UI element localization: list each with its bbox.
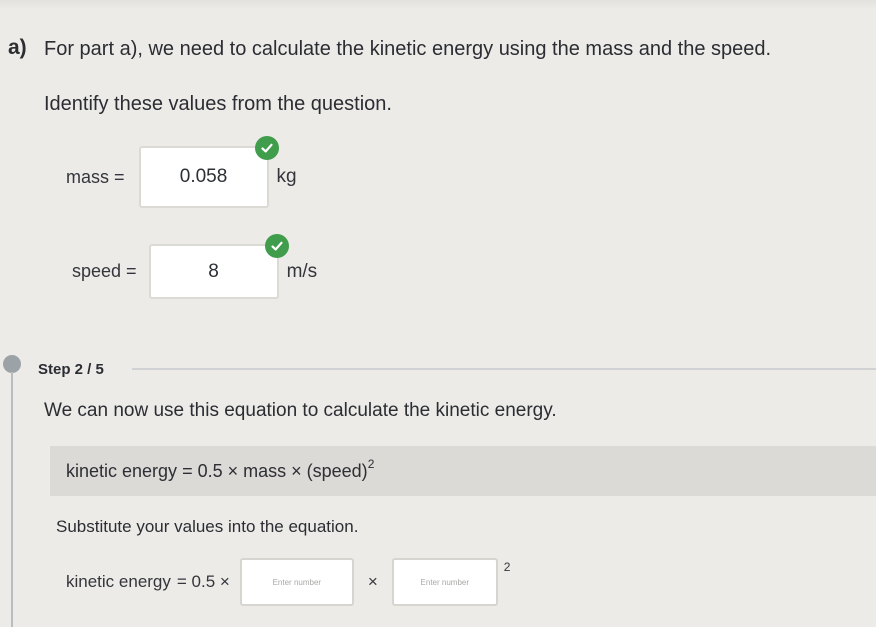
kinetic-energy-equation: kinetic energy = 0.5 × mass × (speed)2 bbox=[66, 457, 375, 482]
substitution-lhs: kinetic energy bbox=[66, 572, 171, 591]
step-divider bbox=[132, 368, 876, 370]
identify-instruction: Identify these values from the question. bbox=[44, 93, 392, 115]
step-label: Step 2 / 5 bbox=[38, 361, 104, 378]
substitution-row: kinetic energy = 0.5 × Enter number × En… bbox=[66, 558, 510, 606]
equation-box: kinetic energy = 0.5 × mass × (speed)2 bbox=[50, 446, 876, 496]
equation-rhs: = 0.5 × mass × (speed) bbox=[182, 461, 368, 481]
part-heading: For part a), we need to calculate the ki… bbox=[44, 38, 772, 60]
step-sentence: We can now use this equation to calculat… bbox=[44, 400, 557, 421]
speed-entry-placeholder: Enter number bbox=[420, 577, 469, 587]
mass-label: mass = bbox=[66, 166, 125, 187]
mass-input[interactable]: 0.058 bbox=[138, 136, 279, 208]
speed-row: speed = 8 m/s bbox=[72, 234, 318, 299]
correct-check-icon bbox=[264, 234, 289, 258]
step-marker-dot bbox=[3, 355, 21, 373]
top-edge bbox=[0, 0, 876, 10]
mass-row: mass = 0.058 kg bbox=[66, 136, 297, 208]
substitute-instruction: Substitute your values into the equation… bbox=[56, 517, 359, 536]
correct-check-icon bbox=[254, 136, 279, 160]
speed-entry-input[interactable]: Enter number bbox=[391, 558, 498, 606]
part-letter: a) bbox=[8, 36, 27, 59]
step-progress-line bbox=[11, 372, 13, 627]
worked-question-panel: a) For part a), we need to calculate the… bbox=[0, 0, 876, 627]
equation-lhs: kinetic energy bbox=[66, 461, 178, 481]
speed-value: 8 bbox=[208, 260, 219, 282]
substitution-exponent: 2 bbox=[503, 560, 511, 574]
speed-unit: m/s bbox=[286, 260, 318, 282]
mass-value: 0.058 bbox=[179, 166, 228, 187]
mass-unit: kg bbox=[276, 166, 297, 187]
mass-entry-placeholder: Enter number bbox=[272, 577, 322, 587]
times-symbol: × bbox=[367, 572, 378, 591]
speed-label: speed = bbox=[72, 261, 137, 281]
mass-entry-input[interactable]: Enter number bbox=[239, 558, 354, 606]
substitution-prefix: = 0.5 × bbox=[176, 572, 230, 591]
equation-exponent: 2 bbox=[367, 457, 375, 471]
speed-input[interactable]: 8 bbox=[148, 234, 289, 299]
